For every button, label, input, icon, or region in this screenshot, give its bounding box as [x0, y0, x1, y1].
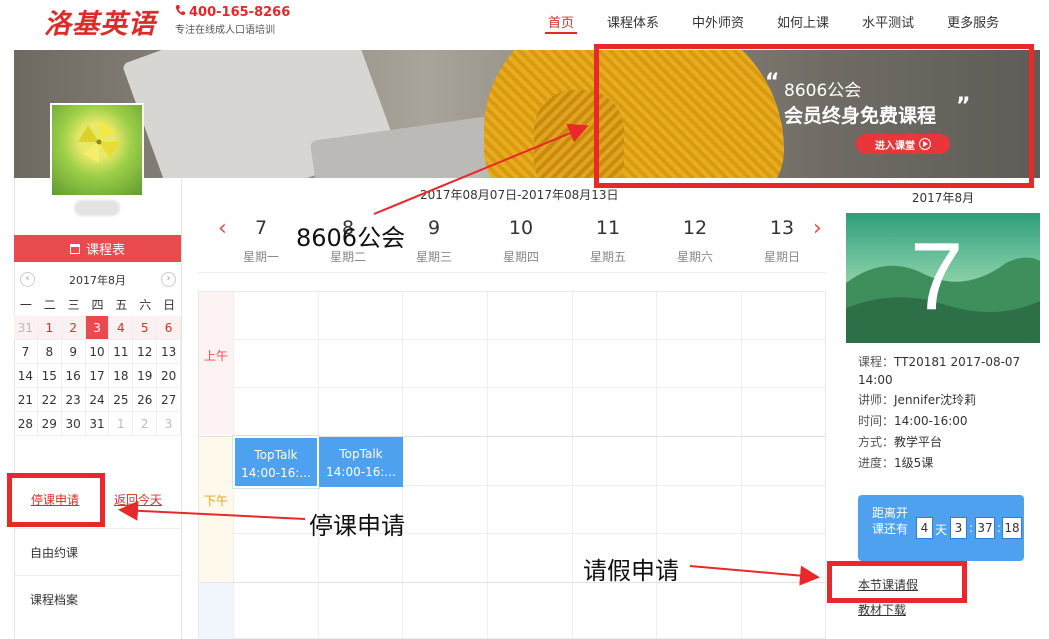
annotation-arrows	[118, 123, 820, 586]
arrow-to-leave	[689, 565, 820, 586]
arrow-to-banner	[373, 123, 589, 215]
arrow-to-stop-class	[118, 500, 306, 521]
